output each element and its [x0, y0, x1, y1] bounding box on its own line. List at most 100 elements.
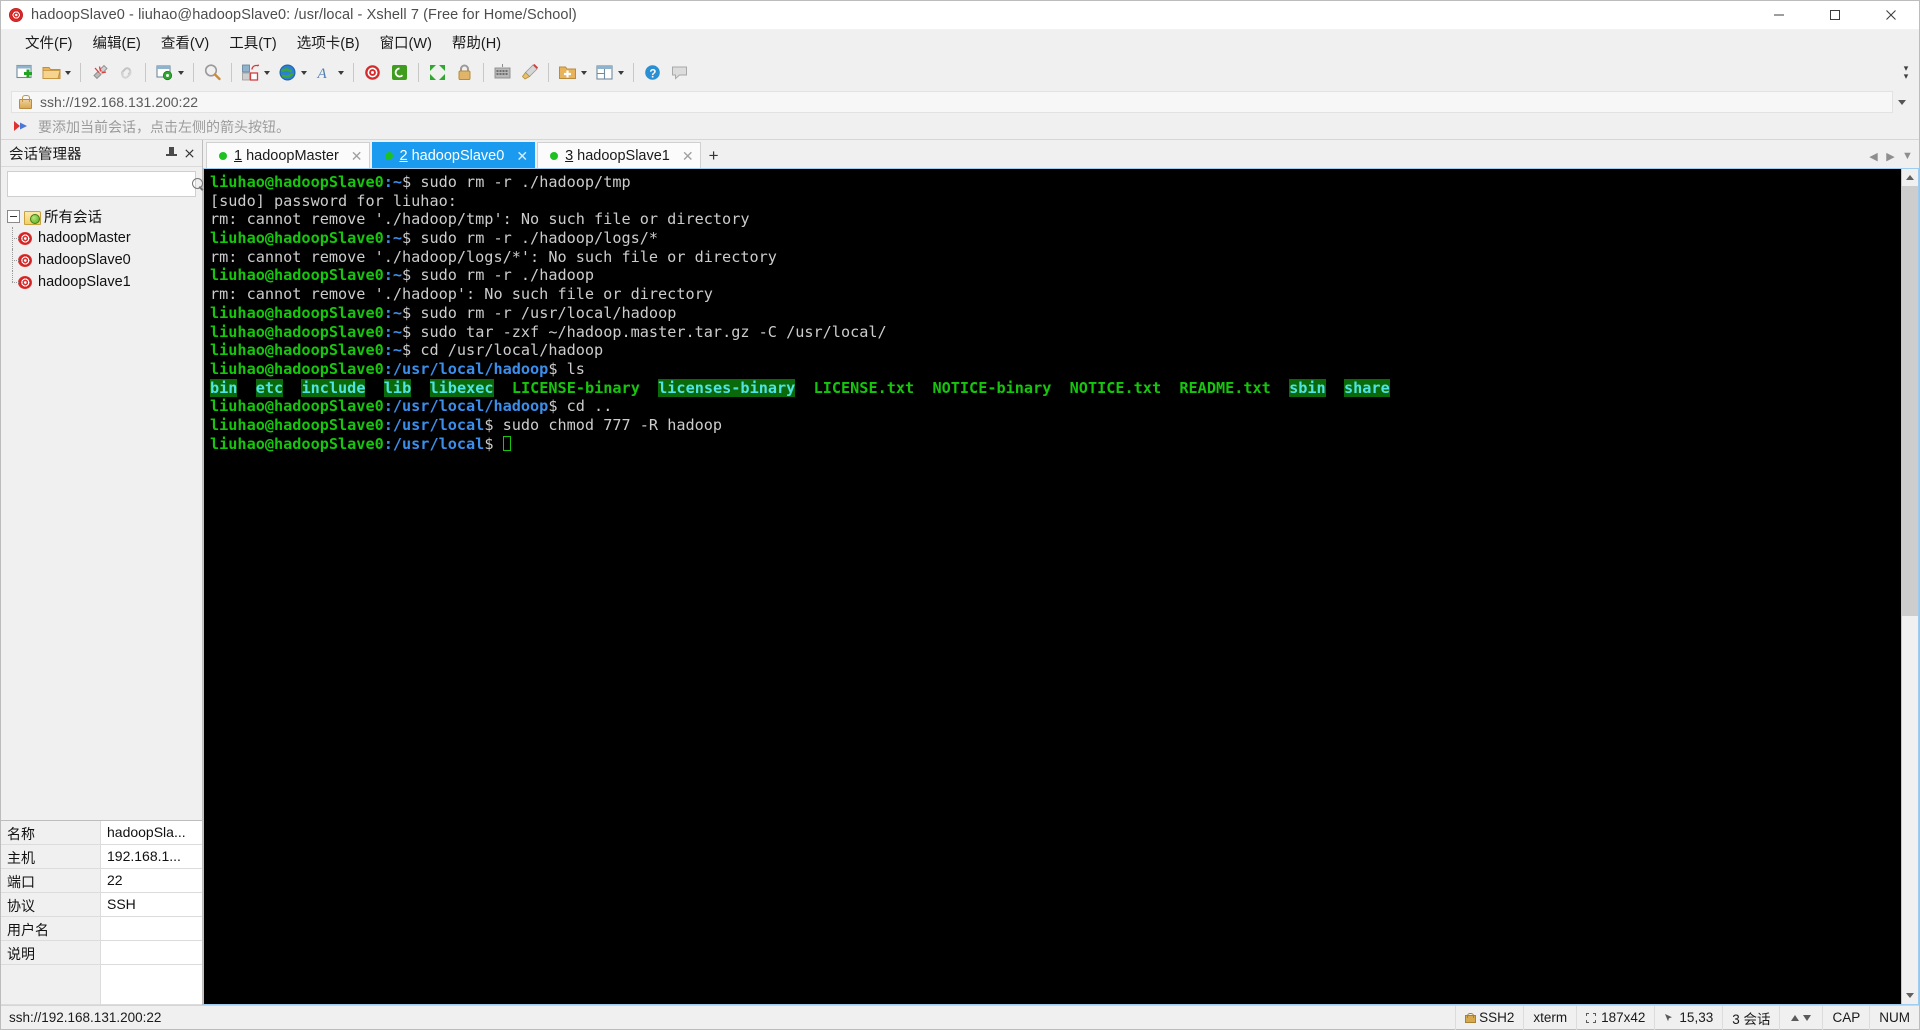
keyboard-icon — [494, 64, 511, 79]
address-dropdown-button[interactable] — [1893, 91, 1911, 113]
session-tree: 所有会话 hadoopMaster hadoopSlave0 hadoopSla… — [1, 200, 202, 820]
terminal-output[interactable]: liuhao@hadoopSlave0:~$ sudo rm -r ./hado… — [204, 169, 1901, 1004]
close-button[interactable] — [1863, 1, 1919, 30]
scroll-down-icon[interactable] — [1902, 987, 1918, 1004]
fullscreen-button[interactable] — [424, 59, 451, 86]
minimize-button[interactable] — [1751, 1, 1807, 30]
close-panel-button[interactable] — [180, 143, 198, 163]
pin-button[interactable] — [162, 143, 180, 163]
tree-root-all-sessions[interactable]: 所有会话 — [1, 205, 202, 227]
property-value[interactable] — [101, 917, 202, 940]
menu-tabs[interactable]: 选项卡(B) — [287, 29, 370, 57]
font-a-icon: A — [317, 66, 328, 82]
session-search-box[interactable] — [7, 171, 203, 197]
layout-button[interactable] — [237, 59, 274, 86]
toolbar-separator — [633, 63, 634, 82]
property-value[interactable]: 192.168.1... — [101, 845, 202, 868]
globe-button[interactable] — [274, 59, 311, 86]
lock-button[interactable] — [451, 59, 478, 86]
property-value[interactable]: SSH — [101, 893, 202, 916]
highlight-button[interactable] — [516, 59, 543, 86]
expander-icon[interactable] — [7, 209, 20, 223]
terminal-line: liuhao@hadoopSlave0:~$ sudo rm -r /usr/l… — [210, 303, 677, 322]
terminal-scrollbar[interactable] — [1901, 169, 1918, 1004]
link-icon — [121, 67, 132, 79]
new-tab-button[interactable]: + — [703, 144, 725, 168]
session-item-hadoopslave0[interactable]: hadoopSlave0 — [1, 249, 202, 271]
property-row: 端口 22 — [1, 869, 202, 893]
maximize-button[interactable] — [1807, 1, 1863, 30]
new-session-icon — [16, 64, 32, 79]
chevron-right-icon[interactable]: ▶ — [1883, 147, 1898, 165]
ls-entry: libexec — [429, 378, 494, 397]
session-item-hadoopslave1[interactable]: hadoopSlave1 — [1, 271, 202, 293]
property-value[interactable]: hadoopSla... — [101, 821, 202, 844]
open-folder-icon — [42, 67, 61, 79]
font-caret[interactable] — [336, 62, 345, 83]
close-icon — [184, 148, 194, 158]
split-view-button[interactable] — [591, 59, 628, 86]
tab-close-icon[interactable]: ✕ — [682, 149, 694, 163]
menu-view[interactable]: 查看(V) — [151, 29, 219, 57]
scroll-thumb[interactable] — [1902, 186, 1918, 616]
globe-caret[interactable] — [299, 62, 308, 83]
property-row: 用户名 — [1, 917, 202, 941]
tab-number: 3 — [565, 147, 574, 164]
folder-sessions-icon — [24, 210, 41, 225]
session-search-input[interactable] — [12, 175, 192, 193]
folder-plus-icon — [559, 66, 576, 79]
chat-button[interactable] — [666, 59, 693, 86]
help-button[interactable]: ? — [639, 59, 666, 86]
app-icon — [1, 1, 31, 30]
tab-hadoopmaster[interactable]: 1 hadoopMaster ✕ — [206, 142, 370, 168]
session-properties-button[interactable] — [151, 59, 188, 86]
keyboard-button[interactable] — [489, 59, 516, 86]
reconnect-button[interactable] — [113, 59, 140, 86]
menu-edit[interactable]: 编辑(E) — [83, 29, 151, 57]
new-session-button[interactable] — [11, 59, 38, 86]
window-controls — [1751, 1, 1919, 30]
add-to-folder-caret[interactable] — [579, 62, 588, 83]
disconnect-button[interactable] — [86, 59, 113, 86]
split-view-caret[interactable] — [616, 62, 625, 83]
toolbar: A ? ▾ ▾ — [1, 56, 1919, 89]
terminal-line: liuhao@hadoopSlave0:/usr/local$ sudo chm… — [210, 415, 723, 434]
menu-tools[interactable]: 工具(T) — [219, 29, 287, 57]
find-button[interactable] — [199, 59, 226, 86]
tab-hadoopslave1[interactable]: 3 hadoopSlave1 ✕ — [537, 142, 701, 168]
session-item-hadoopmaster[interactable]: hadoopMaster — [1, 227, 202, 249]
tab-close-icon[interactable]: ✕ — [516, 149, 528, 163]
session-manager-title: 会话管理器 — [9, 146, 82, 163]
open-session-caret[interactable] — [63, 62, 72, 83]
title-bar: hadoopSlave0 - liuhao@hadoopSlave0: /usr… — [1, 1, 1919, 30]
layout-caret[interactable] — [262, 62, 271, 83]
add-to-folder-button[interactable] — [554, 59, 591, 86]
tab-number: 2 — [399, 147, 408, 164]
property-value[interactable]: 22 — [101, 869, 202, 892]
xshell-button[interactable] — [359, 59, 386, 86]
address-field[interactable]: ssh://192.168.131.200:22 — [11, 91, 1893, 113]
toolbar-overflow-button[interactable]: ▾ ▾ — [1899, 59, 1913, 85]
status-ssh-version: SSH2 — [1455, 1005, 1523, 1030]
fullscreen-arrows-icon — [430, 65, 445, 80]
scroll-track[interactable] — [1902, 186, 1918, 987]
padlock-icon — [458, 64, 471, 80]
scroll-up-icon[interactable] — [1902, 169, 1918, 186]
menu-file[interactable]: 文件(F) — [15, 29, 83, 57]
ls-entry: NOTICE.txt — [1069, 378, 1162, 397]
terminal-line: bin etc include lib libexec LICENSE-bina… — [210, 378, 1901, 398]
property-value[interactable] — [101, 941, 202, 964]
tab-close-icon[interactable]: ✕ — [351, 149, 363, 163]
open-session-button[interactable] — [38, 59, 75, 86]
layout-icon — [242, 64, 260, 81]
menu-help[interactable]: 帮助(H) — [442, 29, 511, 57]
font-button[interactable]: A — [311, 59, 348, 86]
session-manager-header: 会话管理器 — [1, 140, 202, 167]
menu-window[interactable]: 窗口(W) — [370, 29, 442, 57]
chevron-down-icon[interactable]: ▼ — [1900, 147, 1915, 165]
ls-entry: bin — [210, 378, 238, 397]
tab-hadoopslave0[interactable]: 2 hadoopSlave0 ✕ — [371, 142, 536, 168]
xftp-button[interactable] — [386, 59, 413, 86]
session-properties-caret[interactable] — [176, 62, 185, 83]
chevron-left-icon[interactable]: ◀ — [1866, 147, 1881, 165]
